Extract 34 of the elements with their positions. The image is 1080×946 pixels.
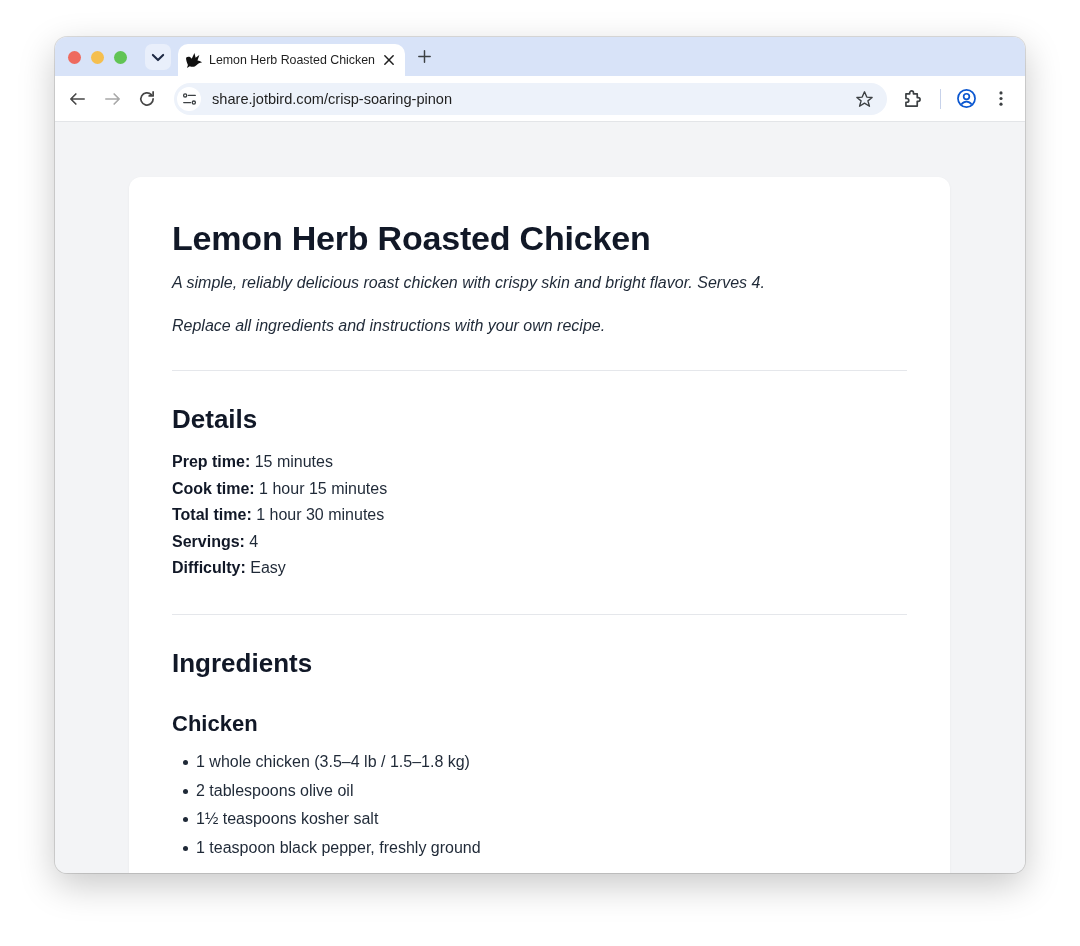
recipe-title: Lemon Herb Roasted Chicken — [172, 218, 652, 259]
close-icon[interactable] — [384, 55, 394, 65]
menu-icon[interactable] — [999, 91, 1003, 106]
bullet-icon — [182, 788, 188, 794]
detail-line: Total time: 1 hour 30 minutes — [172, 505, 386, 525]
section-heading: Ingredients — [172, 646, 314, 679]
ingredient-item: 1 teaspoon black pepper, freshly ground — [196, 838, 481, 859]
address-bar[interactable]: share.jotbird.com/crisp-soaring-pinon — [174, 82, 887, 115]
sliders-icon[interactable] — [182, 92, 196, 105]
bullet-icon — [182, 817, 188, 823]
detail-line: Prep time: 15 minutes — [172, 452, 334, 472]
plus-icon[interactable] — [417, 50, 431, 63]
site-info-button[interactable] — [177, 86, 201, 111]
detail-line: Cook time: 1 hour 15 minutes — [172, 478, 389, 499]
bullet-icon — [182, 759, 188, 765]
intro-paragraph: A simple, reliably delicious roast chicken with crispy skin and bright flavor. Serves 4. — [172, 273, 766, 293]
subsection-heading: Chicken — [172, 709, 259, 738]
detail-line: Servings: 4 — [172, 531, 260, 552]
detail-line: Difficulty: Easy — [172, 558, 287, 578]
intro-paragraph: Replace all ingredients and instructions with your own recipe. — [172, 316, 607, 336]
ingredient-item: 1 whole chicken (3.5–4 lb / 1.5–1.8 kg) — [196, 752, 470, 772]
chevron-down-icon[interactable] — [152, 53, 164, 61]
reload-icon[interactable] — [140, 91, 154, 106]
puzzle-icon[interactable] — [905, 90, 921, 107]
ingredient-item: 2 tablespoons olive oil — [196, 780, 354, 801]
bullet-icon — [182, 845, 188, 851]
star-icon[interactable] — [855, 90, 873, 107]
ingredient-item: 1½ teaspoons kosher salt — [196, 809, 379, 830]
browser-tab[interactable]: Lemon Herb Roasted Chicken — [178, 44, 405, 76]
person-circle-icon[interactable] — [956, 89, 976, 108]
bird-icon — [186, 52, 202, 68]
section-heading: Details — [172, 403, 259, 435]
back-arrow-icon[interactable] — [69, 92, 85, 105]
tab-search-button[interactable] — [145, 44, 171, 70]
